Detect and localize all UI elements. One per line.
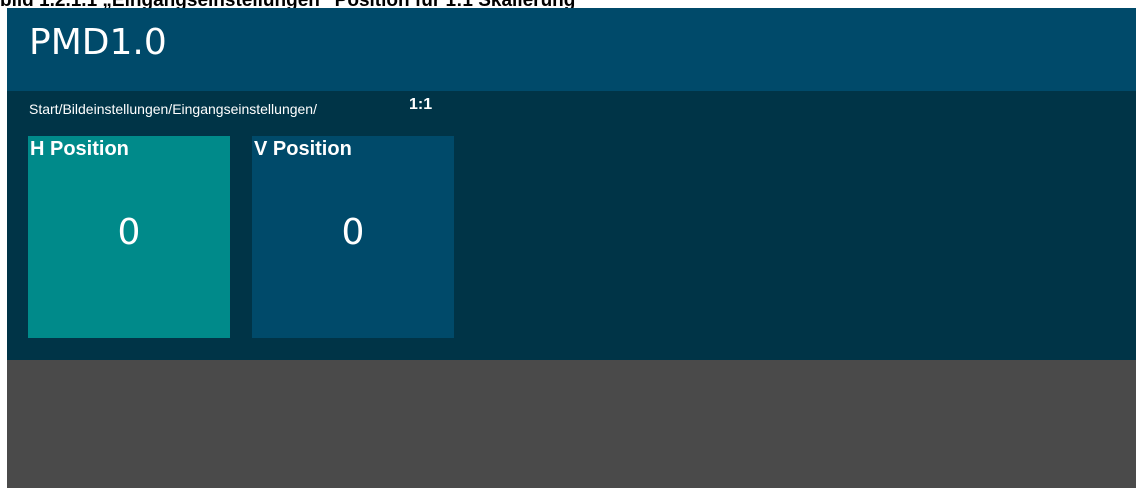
v-position-label: V Position [254,138,352,160]
h-position-label: H Position [30,138,129,160]
h-position-tile[interactable]: H Position 0 [28,136,230,338]
app-title: PMD1.0 [29,22,167,63]
breadcrumb[interactable]: Start/Bildeinstellungen/Eingangseinstell… [29,101,317,117]
v-position-value: 0 [341,212,365,253]
content-panel: Start/Bildeinstellungen/Eingangseinstell… [7,91,1136,360]
v-position-tile[interactable]: V Position 0 [252,136,454,338]
app-screen: PMD1.0 Start/Bildeinstellungen/Eingangse… [7,8,1136,488]
h-position-value: 0 [117,212,141,253]
scaling-mode-label: 1:1 [409,96,433,113]
app-header: PMD1.0 [7,8,1136,91]
